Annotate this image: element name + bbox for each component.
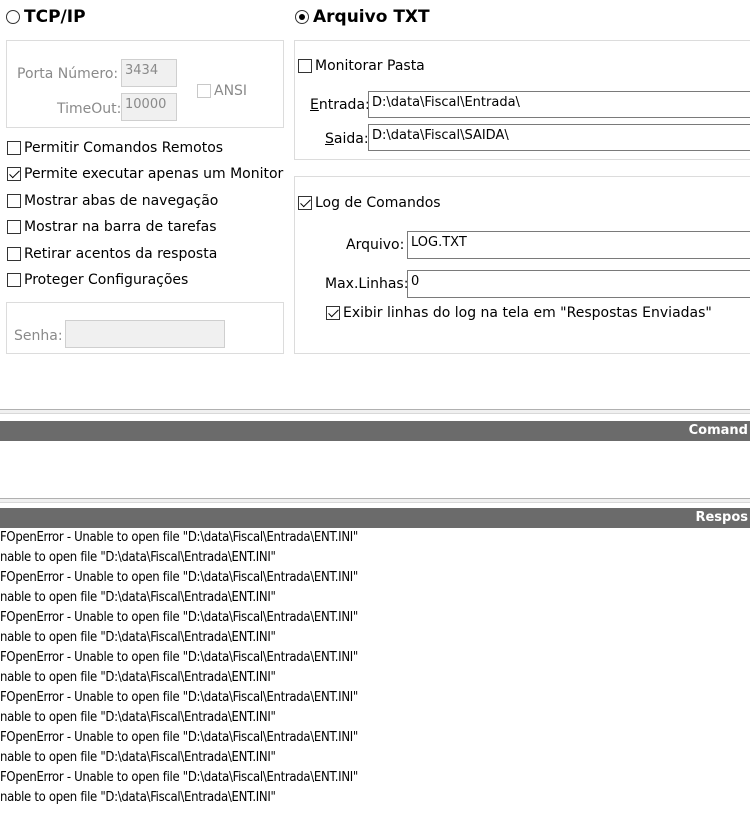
log-line: nable to open file "D:\data\Fiscal\Entra… bbox=[0, 750, 276, 765]
log-line: FOpenError - Unable to open file "D:\dat… bbox=[0, 610, 359, 625]
monitorar-checkbox-box[interactable] bbox=[298, 59, 312, 73]
option-retirar-acentos-da-resposta[interactable]: Retirar acentos da resposta bbox=[7, 246, 217, 262]
log-comandos-checkbox[interactable]: Log de Comandos bbox=[298, 195, 441, 211]
option-label: Mostrar abas de navegação bbox=[24, 193, 219, 209]
checkbox-box[interactable] bbox=[7, 247, 21, 261]
senha-input[interactable] bbox=[65, 320, 225, 348]
porta-input[interactable]: 3434 bbox=[121, 59, 177, 87]
option-permite-executar-apenas-um-monitor[interactable]: Permite executar apenas um Monitor bbox=[7, 166, 283, 182]
log-line: FOpenError - Unable to open file "D:\dat… bbox=[0, 730, 359, 745]
option-mostrar-na-barra-de-tarefas[interactable]: Mostrar na barra de tarefas bbox=[7, 219, 217, 235]
option-mostrar-abas-de-navegacao[interactable]: Mostrar abas de navegação bbox=[7, 193, 218, 209]
log-line: nable to open file "D:\data\Fiscal\Entra… bbox=[0, 590, 276, 605]
exibir-linhas-checkbox[interactable]: Exibir linhas do log na tela em "Respost… bbox=[326, 305, 712, 321]
splitter-top[interactable] bbox=[0, 409, 750, 414]
exibir-checkbox-box[interactable] bbox=[326, 306, 340, 320]
entrada-label: Entrada: bbox=[310, 97, 370, 113]
entrada-input[interactable]: D:\data\Fiscal\Entrada\ bbox=[368, 91, 750, 118]
respostas-header: Respos bbox=[0, 508, 750, 528]
log-line: FOpenError - Unable to open file "D:\dat… bbox=[0, 650, 359, 665]
maxlinhas-input[interactable]: 0 bbox=[407, 270, 750, 298]
log-label: Log de Comandos bbox=[315, 195, 441, 211]
senha-label: Senha: bbox=[14, 328, 63, 344]
option-label: Proteger Configurações bbox=[24, 272, 189, 288]
saida-input[interactable]: D:\data\Fiscal\SAIDA\ bbox=[368, 124, 750, 151]
option-label: Retirar acentos da resposta bbox=[24, 246, 218, 262]
log-line: nable to open file "D:\data\Fiscal\Entra… bbox=[0, 790, 276, 805]
log-line: FOpenError - Unable to open file "D:\dat… bbox=[0, 770, 359, 785]
timeout-label: TimeOut: bbox=[57, 101, 122, 117]
checkbox-box[interactable] bbox=[7, 194, 21, 208]
txt-radio[interactable]: Arquivo TXT bbox=[295, 7, 430, 27]
porta-label: Porta Número: bbox=[17, 66, 119, 82]
option-label: Permitir Comandos Remotos bbox=[24, 140, 224, 156]
timeout-input[interactable]: 10000 bbox=[121, 93, 177, 121]
option-label: Permite executar apenas um Monitor bbox=[24, 166, 284, 182]
option-permitir-comandos-remotos[interactable]: Permitir Comandos Remotos bbox=[7, 140, 223, 156]
tcp-radio-label: TCP/IP bbox=[24, 7, 86, 27]
txt-radio-label: Arquivo TXT bbox=[313, 7, 430, 27]
checkbox-box[interactable] bbox=[7, 273, 21, 287]
ansi-label: ANSI bbox=[214, 83, 248, 99]
checkbox-box[interactable] bbox=[7, 220, 21, 234]
checkbox-box[interactable] bbox=[7, 141, 21, 155]
saida-label-rest: aida: bbox=[333, 131, 369, 147]
log-line: nable to open file "D:\data\Fiscal\Entra… bbox=[0, 630, 276, 645]
comandos-header: Comand bbox=[0, 421, 750, 441]
exibir-label: Exibir linhas do log na tela em "Respost… bbox=[343, 305, 712, 321]
arquivo-label: Arquivo: bbox=[346, 237, 405, 253]
option-proteger-configuracoes[interactable]: Proteger Configurações bbox=[7, 272, 188, 288]
tcp-radio-circle[interactable] bbox=[6, 10, 20, 24]
ansi-checkbox[interactable]: ANSI bbox=[197, 83, 247, 99]
log-line: FOpenError - Unable to open file "D:\dat… bbox=[0, 690, 359, 705]
ansi-checkbox-box[interactable] bbox=[197, 84, 211, 98]
arquivo-input[interactable]: LOG.TXT bbox=[407, 231, 750, 259]
txt-radio-circle[interactable] bbox=[295, 10, 309, 24]
log-line: FOpenError - Unable to open file "D:\dat… bbox=[0, 530, 359, 545]
splitter-bottom[interactable] bbox=[0, 498, 750, 503]
tcp-radio[interactable]: TCP/IP bbox=[6, 7, 86, 27]
log-line: nable to open file "D:\data\Fiscal\Entra… bbox=[0, 670, 276, 685]
monitorar-label: Monitorar Pasta bbox=[315, 58, 425, 74]
maxlinhas-label: Max.Linhas: bbox=[325, 276, 409, 292]
log-line: nable to open file "D:\data\Fiscal\Entra… bbox=[0, 710, 276, 725]
log-line: nable to open file "D:\data\Fiscal\Entra… bbox=[0, 550, 276, 565]
entrada-label-rest: ntrada: bbox=[318, 97, 370, 113]
saida-label: Saida: bbox=[325, 131, 369, 147]
monitorar-pasta-checkbox[interactable]: Monitorar Pasta bbox=[298, 58, 425, 74]
log-checkbox-box[interactable] bbox=[298, 196, 312, 210]
response-log[interactable]: FOpenError - Unable to open file "D:\dat… bbox=[0, 528, 750, 818]
log-line: FOpenError - Unable to open file "D:\dat… bbox=[0, 570, 359, 585]
option-label: Mostrar na barra de tarefas bbox=[24, 219, 217, 235]
checkbox-box[interactable] bbox=[7, 167, 21, 181]
